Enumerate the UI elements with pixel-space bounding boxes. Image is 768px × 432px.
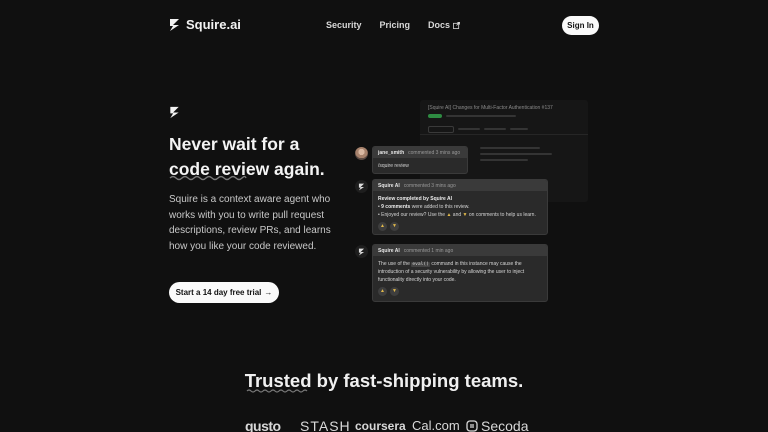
comment-author: Squire AI [378, 182, 400, 189]
divider [420, 134, 588, 135]
comment-count: 9 comments [381, 203, 411, 210]
hero-title-line1: Never wait for a [169, 134, 300, 154]
signin-button[interactable]: Sign In [562, 16, 599, 35]
reaction-bar: ▲ ▼ [378, 287, 542, 297]
logo-text: Squire.ai [186, 17, 241, 32]
nav-pricing[interactable]: Pricing [380, 20, 411, 30]
pr-body-line [480, 153, 552, 155]
thumbs-up-icon[interactable]: ▲ [378, 222, 387, 232]
review-comment-card: Squire AI commented 3 mins ago Review co… [372, 179, 548, 235]
pr-status-badge [428, 114, 442, 118]
hero-description: Squire is a context aware agent who work… [169, 194, 331, 252]
inline-code: eval() [411, 262, 430, 267]
brand-qusto: qusto [245, 418, 281, 432]
squire-logo-icon [358, 248, 365, 255]
comment-body: /squire review [378, 163, 409, 169]
code-comment-header: Squire AI commented 1 min ago [373, 245, 547, 256]
user-comment-card: jane_smith commented 3 mins ago /squire … [372, 146, 468, 174]
brand-calcom: Cal.com [412, 418, 460, 432]
logo[interactable]: Squire.ai [169, 17, 241, 32]
comment-author: Squire AI [378, 247, 400, 254]
user-comment-header: jane_smith commented 3 mins ago [373, 147, 467, 158]
nav-docs[interactable]: Docs [428, 20, 461, 30]
brand-coursera: coursera [355, 419, 406, 432]
pr-body-line [480, 159, 528, 161]
code-comment-body: The use of the eval() command in this in… [373, 256, 547, 301]
customer-logos: qusto STASH coursera Cal.com Secoda [0, 416, 768, 432]
pr-tab-line [484, 128, 506, 130]
bullet-text: and [451, 211, 463, 218]
brand-secoda: Secoda [466, 416, 528, 432]
brand-stash: STASH [300, 418, 351, 432]
bullet-text: were added to this review. [410, 203, 470, 210]
comment-time: commented 3 mins ago [403, 182, 456, 189]
squire-logo-icon [170, 18, 179, 31]
underline-squiggle [169, 175, 247, 181]
trusted-title: Trusted by fast-shipping teams. [244, 370, 524, 391]
pr-tab [428, 126, 454, 133]
review-bullet-2: • Enjoyed our review? Use the ▲ and ▼ on… [378, 211, 536, 218]
squire-avatar [355, 245, 368, 258]
underline-squiggle [246, 389, 308, 393]
pr-title: [Squire AI] Changes for Multi-Factor Aut… [428, 105, 553, 111]
review-body: Review completed by Squire AI • 9 commen… [373, 191, 547, 234]
bullet-text: Enjoyed our review? Use the [381, 211, 447, 218]
arrow-right-icon: → [264, 288, 273, 297]
user-avatar [355, 147, 368, 160]
thumbs-down-icon[interactable]: ▼ [390, 287, 399, 297]
free-trial-label: Start a 14 day free trial [175, 288, 262, 297]
comment-time: commented 1 min ago [403, 247, 454, 254]
review-heading: Review completed by Squire AI [378, 196, 453, 202]
secoda-icon [466, 420, 478, 432]
comment-time: commented 3 mins ago [408, 149, 461, 156]
text-pre: The use of the [378, 261, 412, 267]
pr-body-line [480, 147, 540, 149]
reaction-bar: ▲ ▼ [378, 222, 542, 232]
external-link-icon [453, 21, 461, 29]
thumbs-up-icon[interactable]: ▲ [378, 287, 387, 297]
squire-avatar [355, 180, 368, 193]
bullet-text: on comments to help us learn. [467, 211, 536, 218]
pr-tab-line [458, 128, 480, 130]
pr-tab-line [510, 128, 528, 130]
main-nav: Security Pricing Docs [326, 20, 461, 30]
pr-meta-line [446, 115, 516, 117]
review-bullet-1: • 9 comments were added to this review. [378, 203, 470, 210]
comment-author: jane_smith [378, 149, 405, 156]
review-comment-header: Squire AI commented 3 mins ago [373, 180, 547, 191]
squire-logo-icon [170, 106, 179, 119]
nav-security[interactable]: Security [326, 20, 362, 30]
nav-docs-label: Docs [428, 20, 451, 30]
squire-logo-icon [358, 183, 365, 190]
brand-secoda-label: Secoda [481, 418, 529, 432]
code-comment-card: Squire AI commented 1 min ago The use of… [372, 244, 548, 302]
comment-text: The use of the eval() command in this in… [378, 261, 542, 284]
thumbs-down-icon[interactable]: ▼ [390, 222, 399, 232]
free-trial-button[interactable]: Start a 14 day free trial → [169, 282, 279, 303]
